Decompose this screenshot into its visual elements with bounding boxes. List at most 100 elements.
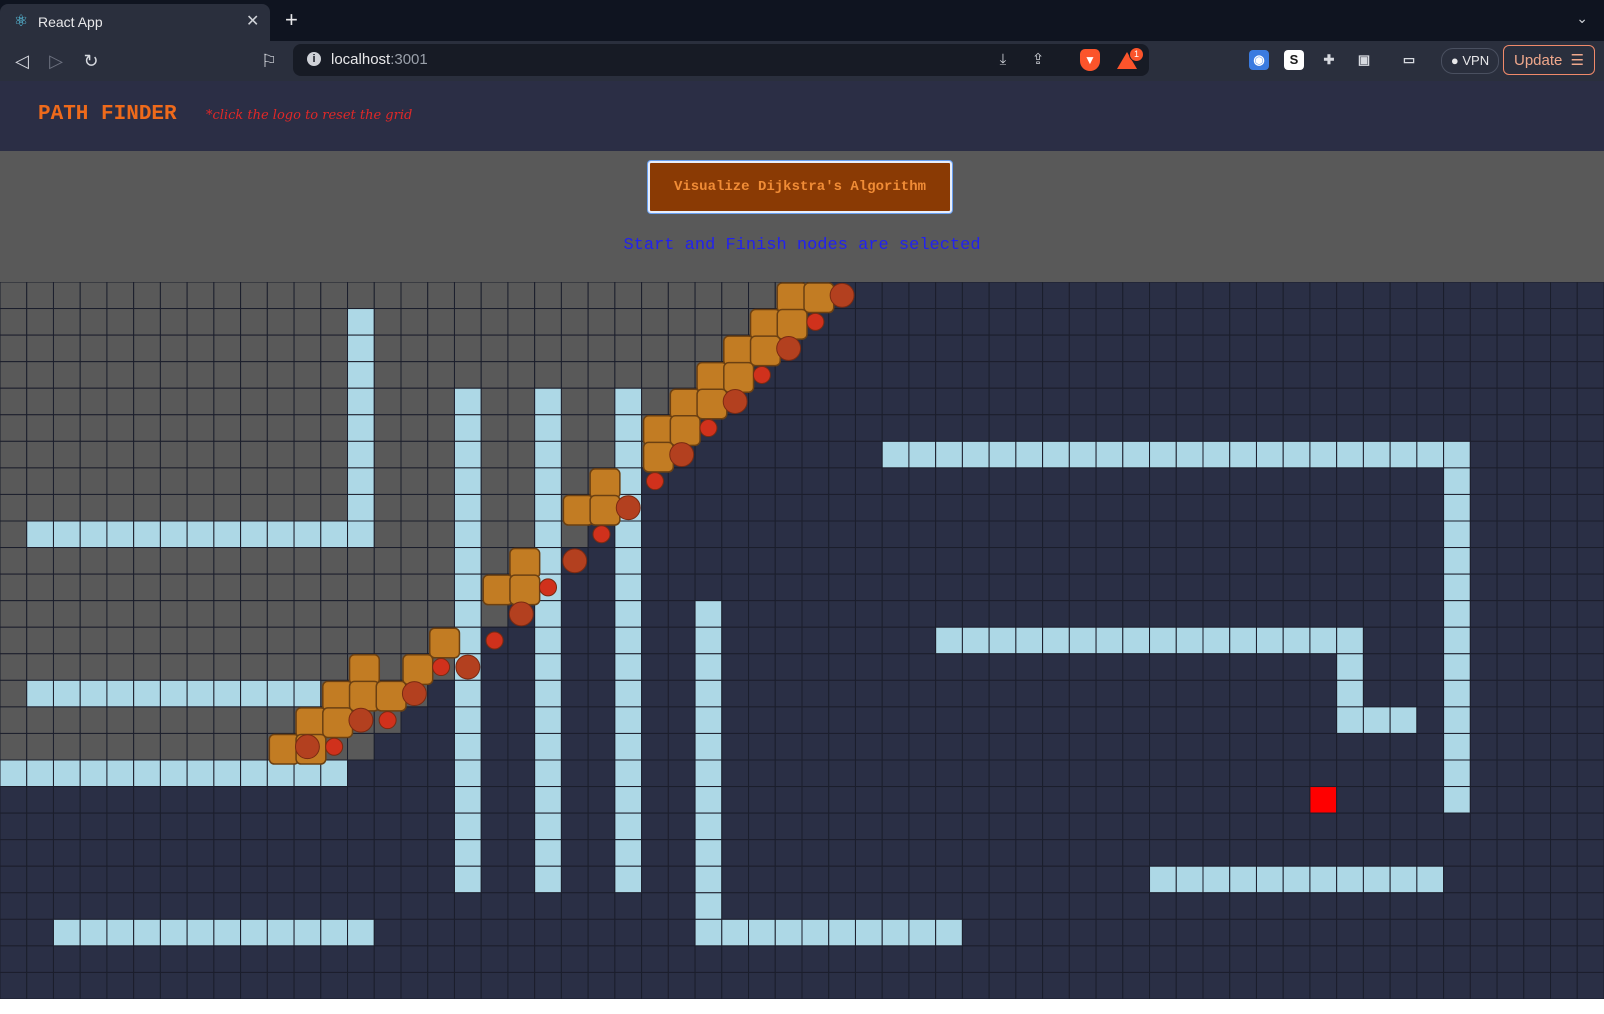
grid-cell-visited[interactable]	[186, 732, 215, 761]
grid-cell[interactable]	[614, 971, 643, 999]
grid-cell-wall[interactable]	[614, 759, 643, 788]
grid-cell[interactable]	[935, 865, 963, 894]
grid-cell[interactable]	[961, 839, 990, 867]
grid-cell[interactable]	[1576, 679, 1604, 708]
grid-cell-visited[interactable]	[266, 308, 295, 336]
grid-cell[interactable]	[560, 812, 589, 841]
grid-cell[interactable]	[908, 732, 937, 761]
grid-cell-visited[interactable]	[26, 467, 54, 495]
grid-cell[interactable]	[908, 945, 937, 973]
grid-cell[interactable]	[748, 945, 776, 973]
grid-cell[interactable]	[988, 918, 1017, 947]
grid-cell[interactable]	[1309, 520, 1338, 549]
grid-cell-visited[interactable]	[373, 334, 402, 363]
grid-cell[interactable]	[961, 945, 990, 973]
grid-cell[interactable]	[1389, 626, 1418, 655]
grid-cell-visited[interactable]	[159, 626, 188, 655]
grid-cell[interactable]	[320, 812, 349, 841]
grid-cell[interactable]	[400, 759, 429, 788]
grid-cell-visited[interactable]	[106, 600, 135, 628]
grid-cell[interactable]	[721, 759, 750, 788]
grid-cell[interactable]	[1576, 547, 1604, 575]
grid-cell[interactable]	[1095, 706, 1124, 734]
grid-cell[interactable]	[587, 945, 616, 973]
grid-cell-wall[interactable]	[881, 918, 910, 947]
grid-cell[interactable]	[266, 812, 295, 841]
grid-cell-visited[interactable]	[480, 414, 509, 442]
grid-cell[interactable]	[641, 786, 669, 814]
grid-cell-wall[interactable]	[614, 600, 643, 628]
grid-cell[interactable]	[801, 626, 830, 655]
grid-cell[interactable]	[854, 467, 883, 495]
grid-cell[interactable]	[1229, 334, 1257, 363]
grid-cell[interactable]	[854, 626, 883, 655]
grid-cell-visited[interactable]	[293, 573, 322, 602]
grid-cell-visited[interactable]	[507, 414, 536, 442]
grid-cell[interactable]	[774, 679, 803, 708]
grid-cell[interactable]	[1469, 361, 1498, 389]
grid-cell[interactable]	[908, 547, 937, 575]
grid-cell-wall[interactable]	[1282, 865, 1311, 894]
grid-cell-wall[interactable]	[1389, 865, 1418, 894]
grid-cell-visited[interactable]	[186, 361, 215, 389]
grid-cell-wall[interactable]	[266, 520, 295, 549]
grid-cell[interactable]	[1068, 865, 1097, 894]
grid-cell-visited[interactable]	[427, 520, 455, 549]
grid-cell-wall[interactable]	[347, 361, 375, 389]
brave-rewards-icon[interactable]: 1	[1117, 47, 1144, 71]
grid-cell[interactable]	[1202, 493, 1231, 522]
grid-cell-visited[interactable]	[106, 440, 135, 469]
grid-cell[interactable]	[1202, 971, 1231, 999]
grid-cell[interactable]	[1229, 361, 1257, 389]
grid-cell-visited[interactable]	[52, 467, 81, 495]
grid-cell[interactable]	[1362, 786, 1391, 814]
grid-cell[interactable]	[427, 971, 455, 999]
grid-cell-visited[interactable]	[266, 361, 295, 389]
grid-cell[interactable]	[1202, 812, 1231, 841]
grid-cell[interactable]	[293, 865, 322, 894]
grid-cell[interactable]	[881, 759, 910, 788]
grid-cell[interactable]	[935, 786, 963, 814]
grid-cell-wall[interactable]	[52, 679, 81, 708]
grid-cell-wall[interactable]	[1149, 865, 1177, 894]
grid-cell-wall[interactable]	[453, 679, 482, 708]
grid-cell[interactable]	[587, 679, 616, 708]
grid-cell[interactable]	[667, 573, 696, 602]
grid-cell[interactable]	[1015, 945, 1044, 973]
grid-cell-visited[interactable]	[400, 467, 429, 495]
grid-cell[interactable]	[828, 626, 856, 655]
grid-cell[interactable]	[373, 865, 402, 894]
grid-cell[interactable]	[988, 547, 1017, 575]
grid-cell[interactable]	[1202, 600, 1231, 628]
grid-cell-visited[interactable]	[26, 547, 54, 575]
grid-cell[interactable]	[1550, 865, 1578, 894]
grid-cell[interactable]	[801, 520, 830, 549]
grid-cell[interactable]	[1042, 414, 1070, 442]
share-icon[interactable]: ⇪	[1028, 50, 1048, 70]
grid-cell[interactable]	[1042, 653, 1070, 681]
grid-cell[interactable]	[988, 334, 1017, 363]
grid-cell[interactable]	[1202, 308, 1231, 336]
grid-cell[interactable]	[373, 786, 402, 814]
grid-cell[interactable]	[721, 547, 750, 575]
grid-cell-wall[interactable]	[534, 467, 562, 495]
grid-cell[interactable]	[828, 520, 856, 549]
grid-cell-visited[interactable]	[79, 653, 108, 681]
grid-cell-wall[interactable]	[534, 493, 562, 522]
grid-cell[interactable]	[721, 945, 750, 973]
grid-cell-visited[interactable]	[587, 282, 616, 310]
grid-cell-visited[interactable]	[373, 547, 402, 575]
update-button[interactable]: Update ☰	[1503, 45, 1595, 75]
grid-cell[interactable]	[373, 892, 402, 920]
grid-cell[interactable]	[1576, 573, 1604, 602]
grid-cell-visited[interactable]	[641, 387, 669, 416]
grid-cell[interactable]	[1149, 600, 1177, 628]
grid-cell[interactable]	[1523, 892, 1552, 920]
grid-cell[interactable]	[186, 786, 215, 814]
grid-cell-visited[interactable]	[240, 547, 268, 575]
grid-cell[interactable]	[320, 892, 349, 920]
grid-cell-wall[interactable]	[1443, 759, 1471, 788]
grid-cell-wall[interactable]	[1068, 440, 1097, 469]
grid-cell[interactable]	[1523, 653, 1552, 681]
grid-cell-visited[interactable]	[400, 282, 429, 310]
